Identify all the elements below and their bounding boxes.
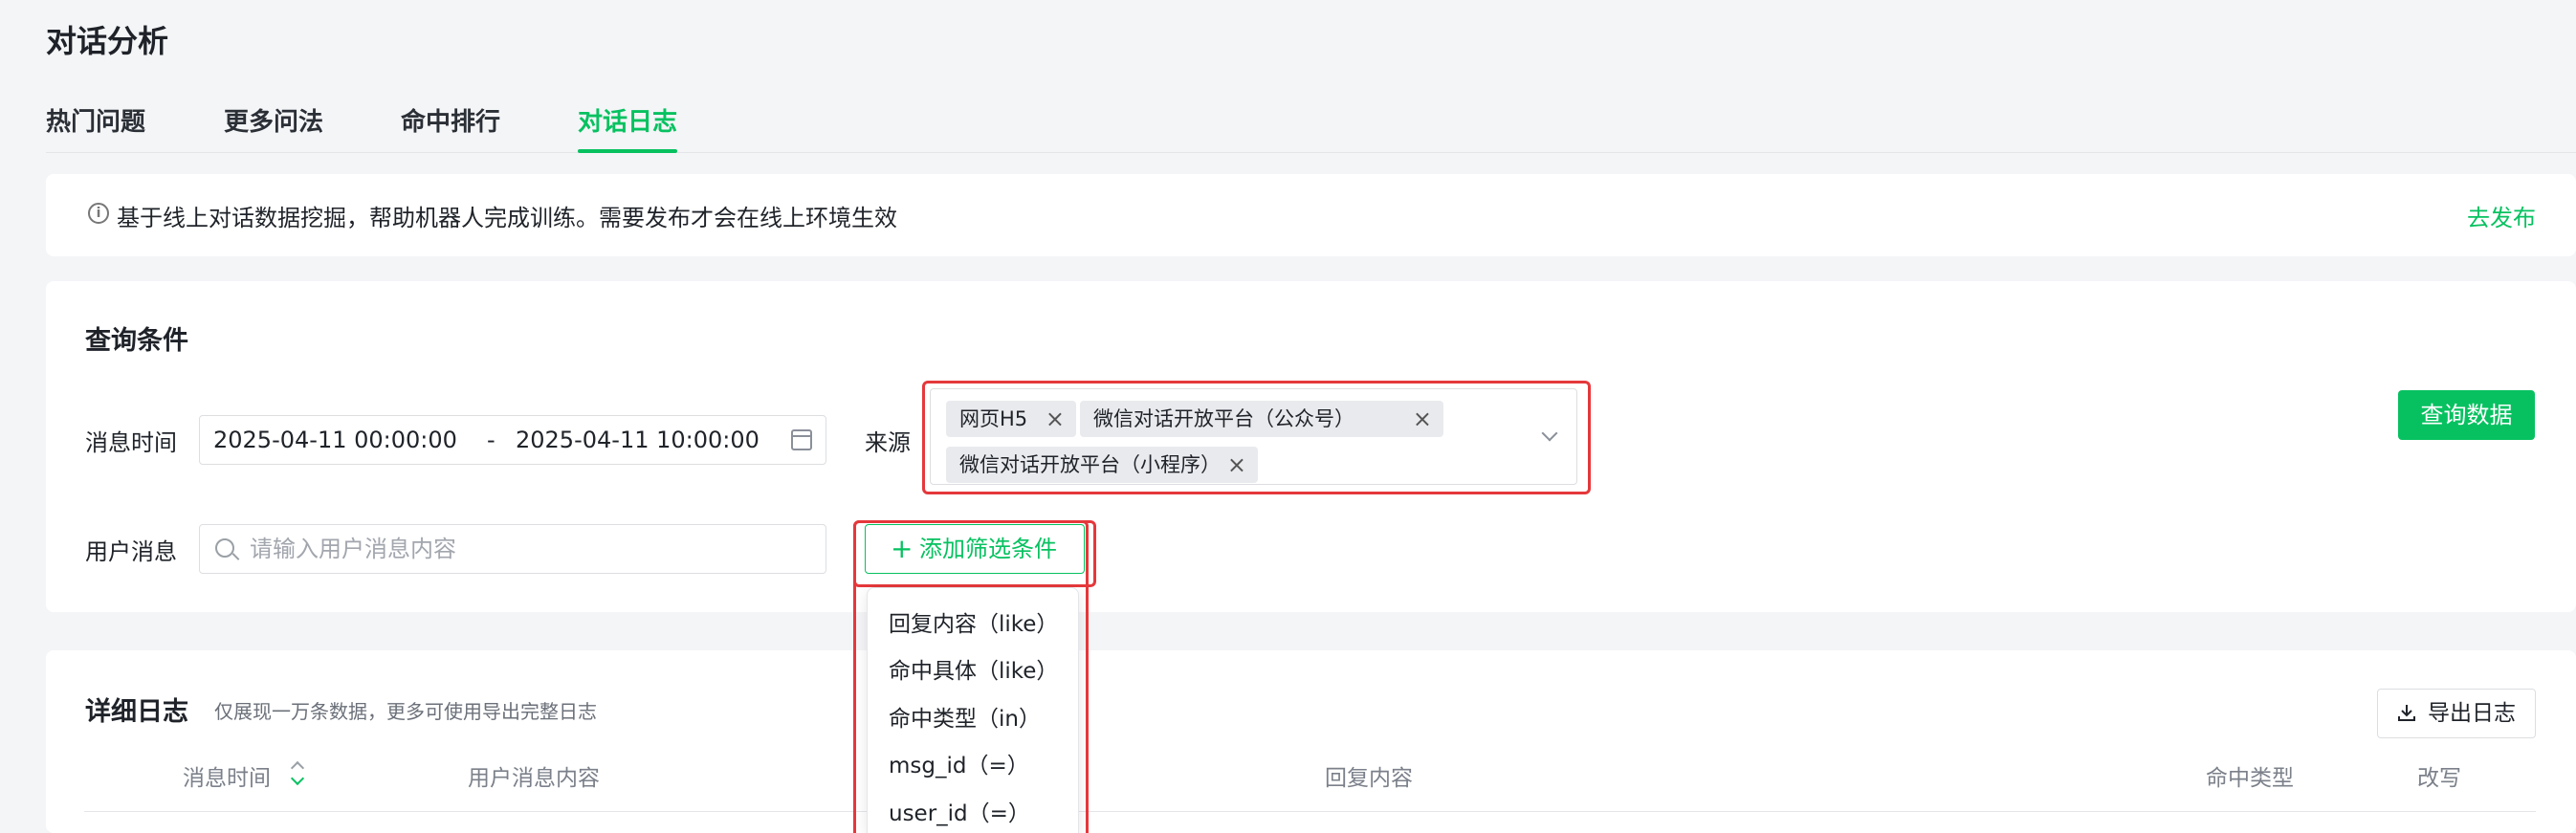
user-message-input[interactable] <box>250 533 814 565</box>
search-icon <box>215 538 234 558</box>
export-log-label: 导出日志 <box>2428 701 2516 726</box>
date-separator: - <box>487 427 495 453</box>
date-range-picker[interactable]: 2025-04-11 00:00:00 - 2025-04-11 10:00:0… <box>199 415 826 465</box>
export-log-button[interactable]: 导出日志 <box>2377 689 2536 738</box>
end-time-value[interactable]: 2025-04-11 10:00:00 <box>516 427 760 453</box>
user-message-field[interactable] <box>199 524 826 574</box>
highlight-frame-filter-menu <box>853 520 1089 833</box>
column-header-hit-type: 命中类型 <box>2206 766 2294 791</box>
sort-icon[interactable] <box>289 759 308 788</box>
column-header-rewrite: 改写 <box>2417 766 2461 791</box>
calendar-icon[interactable] <box>791 429 812 450</box>
publish-link[interactable]: 去发布 <box>2467 199 2536 232</box>
source-label: 来源 <box>865 429 911 456</box>
tab-hit-ranking[interactable]: 命中排行 <box>401 105 500 153</box>
tab-more-questions[interactable]: 更多问法 <box>224 105 323 153</box>
query-panel: 查询条件 消息时间 2025-04-11 00:00:00 - 2025-04-… <box>46 281 2576 612</box>
column-header-message-time: 消息时间 <box>183 766 271 791</box>
detail-subtitle: 仅展现一万条数据，更多可使用导出完整日志 <box>214 700 597 723</box>
download-icon <box>2398 705 2415 721</box>
detail-section-title: 详细日志 <box>85 697 188 727</box>
info-icon: i <box>88 203 109 224</box>
page-title: 对话分析 <box>46 23 169 59</box>
start-time-value[interactable]: 2025-04-11 00:00:00 <box>213 427 457 453</box>
highlight-frame-source <box>922 381 1591 494</box>
notice-banner: i 基于线上对话数据挖掘，帮助机器人完成训练。需要发布才会在线上环境生效 去发布 <box>46 174 2576 256</box>
detail-log-panel: 详细日志 仅展现一万条数据，更多可使用导出完整日志 导出日志 消息时间 用户消息… <box>46 650 2576 833</box>
notice-text: 基于线上对话数据挖掘，帮助机器人完成训练。需要发布才会在线上环境生效 <box>117 205 897 231</box>
tab-hot-questions[interactable]: 热门问题 <box>46 105 145 153</box>
tab-dialog-log[interactable]: 对话日志 <box>578 105 678 153</box>
column-header-reply-content: 回复内容 <box>1325 766 1413 791</box>
table-header-divider <box>84 811 2536 812</box>
column-header-user-message: 用户消息内容 <box>468 766 600 791</box>
message-time-label: 消息时间 <box>85 429 177 456</box>
tab-bar: 热门问题 更多问法 命中排行 对话日志 <box>46 105 2576 153</box>
query-data-button[interactable]: 查询数据 <box>2398 390 2535 440</box>
query-section-title: 查询条件 <box>85 326 188 356</box>
user-message-label: 用户消息 <box>85 538 177 565</box>
